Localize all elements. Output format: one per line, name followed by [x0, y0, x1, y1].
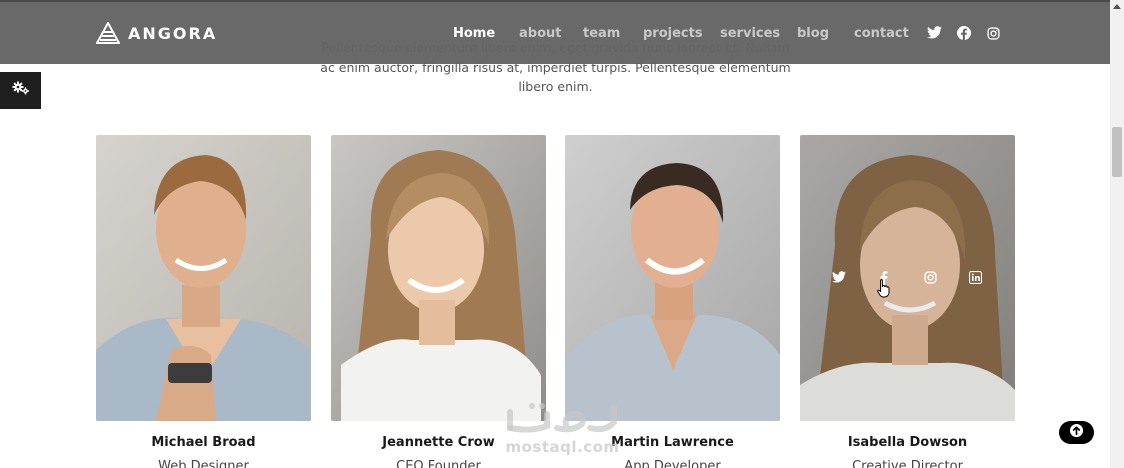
facebook-icon[interactable] — [957, 26, 971, 45]
member-photo — [565, 135, 780, 421]
member-name: Isabella Dowson — [847, 435, 968, 450]
main-nav: Home about team projects services blog c… — [0, 26, 1110, 46]
team-card[interactable]: Isabella Dowson Creative Director — [800, 135, 1015, 468]
member-photo — [96, 135, 311, 421]
nav-about[interactable]: about — [519, 26, 561, 41]
team-card[interactable]: Martin Lawrence App Developer — [565, 135, 780, 468]
member-name: Jeannette Crow — [382, 435, 495, 450]
linkedin-icon[interactable] — [969, 271, 982, 284]
member-photo — [331, 135, 546, 421]
member-name: Martin Lawrence — [611, 435, 734, 450]
scrollbar-thumb[interactable] — [1112, 127, 1122, 177]
instagram-icon[interactable] — [924, 271, 937, 284]
team-card[interactable]: Michael Broad Web Designer — [96, 135, 311, 468]
gears-icon — [12, 81, 30, 100]
nav-contact[interactable]: contact — [854, 26, 909, 41]
page-scrollbar[interactable] — [1110, 0, 1124, 468]
member-name: Michael Broad — [151, 435, 256, 450]
nav-projects[interactable]: projects — [643, 26, 703, 41]
twitter-icon[interactable] — [927, 26, 942, 44]
team-card[interactable]: Jeannette Crow CEO Founder — [331, 135, 546, 468]
twitter-icon[interactable] — [832, 271, 846, 283]
site-header: ANGORA Home about team projects services… — [0, 0, 1110, 64]
member-role: Web Designer — [158, 459, 249, 468]
nav-services[interactable]: services — [720, 26, 780, 41]
nav-blog[interactable]: blog — [797, 26, 829, 41]
member-social-links — [800, 271, 1015, 287]
member-role: CEO Founder — [396, 459, 481, 468]
instagram-icon[interactable] — [987, 27, 1000, 45]
member-photo — [800, 135, 1015, 421]
hand-cursor-icon — [877, 278, 891, 303]
scroll-up-arrow-icon[interactable] — [1113, 4, 1121, 9]
member-role: Creative Director — [852, 459, 963, 468]
nav-home[interactable]: Home — [453, 26, 495, 41]
back-to-top-button[interactable] — [1059, 421, 1094, 444]
settings-toggle-button[interactable] — [0, 72, 41, 109]
nav-team[interactable]: team — [583, 26, 620, 41]
member-role: App Developer — [624, 459, 721, 468]
arrow-up-circle-icon — [1069, 423, 1084, 443]
